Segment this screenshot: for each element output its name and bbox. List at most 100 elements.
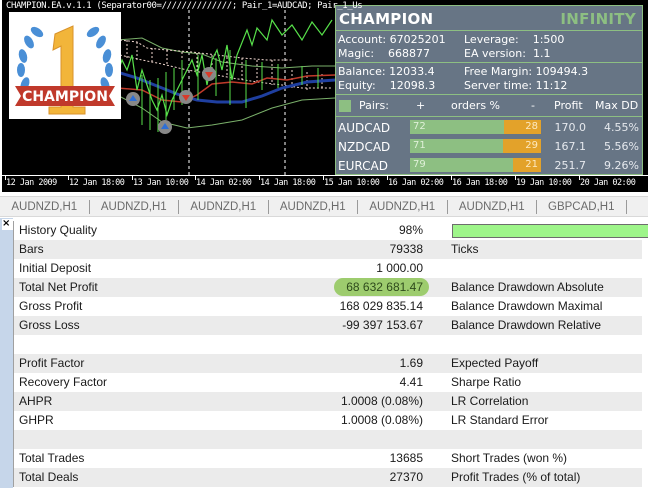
row-label-secondary — [425, 335, 642, 354]
row-value: 1.0008 (0.08%) — [340, 413, 423, 427]
free-margin-value: 109494.3 — [535, 65, 589, 78]
pair-profit: 251.7 — [554, 159, 587, 172]
report-row: History Quality 98% — [14, 221, 648, 240]
equity-value: 12098.3 — [389, 79, 436, 92]
account-label: Account: — [338, 33, 387, 46]
report-row: Gross Profit 168 029 835.14 Balance Drawdo… — [14, 297, 642, 316]
orders-plus-segment: 71 — [410, 139, 503, 153]
orders-col-label: orders % — [451, 99, 501, 112]
row-value: 13685 — [389, 451, 423, 465]
pairs-col-label: Pairs: — [359, 99, 389, 112]
chart-tabs: AUDNZD,H1 AUDNZD,H1 AUDNZD,H1 AUDNZD,H1 AUDN… — [0, 196, 648, 217]
pair-profit: 170.0 — [554, 121, 587, 134]
row-label-secondary: LR Standard Error — [451, 413, 549, 427]
plus-col-label: + — [416, 99, 426, 112]
row-label-secondary: Balance Drawdown Maximal — [451, 299, 603, 313]
equity-label: Equity: — [338, 79, 376, 92]
row-label: Total Deals — [19, 470, 79, 484]
time-label: 12 Jan 18:00 — [69, 178, 125, 188]
report-row: Total Deals 27370 Profit Trades (% of tota… — [14, 468, 642, 487]
balance-value: 12033.4 — [389, 65, 435, 78]
close-icon[interactable]: × — [2, 219, 13, 230]
time-label: 14 Jan 18:00 — [260, 178, 316, 188]
pairs-header: Pairs: + orders % - Profit Max DD — [336, 95, 642, 117]
row-value: 4.41 — [399, 375, 423, 389]
history-quality-bar — [452, 224, 648, 238]
price-chart[interactable]: CHAMPION.EA.v.1.1 (Separator00=/////////… — [0, 0, 648, 192]
free-margin-label: Free Margin: — [464, 65, 533, 78]
chart-tab[interactable]: GBPCAD,H1 — [537, 200, 627, 214]
chart-tab[interactable]: G — [627, 200, 648, 214]
pairs-list: AUDCAD 72 28 170.0 4.55% NZDCAD 71 29 167.1 5.56%… — [336, 117, 642, 174]
pair-max-dd: 4.55% — [604, 121, 639, 134]
orders-minus-segment: 28 — [504, 120, 541, 134]
time-axis: 12 Jan 2009 12 Jan 18:00 13 Jan 10:00 14 Ja… — [2, 175, 648, 192]
svg-text:CHAMPION: CHAMPION — [22, 89, 108, 105]
brand-subtitle: INFINITY — [560, 10, 636, 28]
chart-tab[interactable]: AUDNZD,H1 — [358, 200, 448, 214]
row-label: Total Net Profit — [19, 280, 98, 294]
row-value: -99 397 153.67 — [342, 318, 423, 332]
row-label: GHPR — [19, 413, 54, 427]
profit-col-label: Profit — [554, 99, 583, 112]
row-label: Gross Loss — [19, 318, 80, 332]
ea-version-label: EA version: — [464, 47, 526, 60]
pair-name: AUDCAD — [338, 121, 391, 135]
report-row: AHPR 1.0008 (0.08%) LR Correlation — [14, 392, 642, 411]
orders-ratio-bar: 79 21 — [410, 158, 541, 172]
magic-label: Magic: — [338, 47, 375, 60]
orders-ratio-bar: 71 29 — [410, 139, 541, 153]
time-label: 13 Jan 10:00 — [133, 178, 189, 188]
panel-sidebar — [0, 218, 13, 488]
pair-row: EURCAD 79 21 251.7 9.26% — [336, 155, 642, 174]
ea-info-panel: CHAMPION INFINITY Account: 67025201 Leve… — [335, 5, 643, 175]
leverage-label: Leverage: — [464, 33, 519, 46]
time-label: 15 Jan 10:00 — [324, 178, 380, 188]
time-label: 20 Jan 02:00 — [580, 178, 636, 188]
row-value: 79338 — [389, 242, 423, 256]
row-label: Gross Profit — [19, 299, 83, 313]
chart-tab[interactable]: AUDNZD,H1 — [179, 200, 269, 214]
leverage-value: 1:500 — [532, 33, 565, 46]
row-label-secondary: LR Correlation — [451, 394, 529, 408]
row-value: 1.69 — [399, 356, 423, 370]
row-label-secondary: Sharpe Ratio — [451, 375, 522, 389]
row-value: 1 000.00 — [376, 261, 423, 275]
report-row: Initial Deposit 1 000.00 — [14, 259, 642, 278]
row-label: Total Trades — [19, 451, 85, 465]
chart-tab[interactable]: AUDNZD,H1 — [0, 200, 90, 214]
report-bottom — [13, 488, 642, 501]
server-time-value: 11:12 — [535, 79, 568, 92]
orders-plus-segment: 79 — [410, 158, 514, 172]
pair-max-dd: 9.26% — [604, 159, 639, 172]
report-row: Profit Factor 1.69 Expected Payoff — [14, 354, 642, 373]
report-row: Gross Loss -99 397 153.67 Balance Drawdown… — [14, 316, 642, 335]
brand-title: CHAMPION — [339, 10, 434, 28]
report-row: Total Net Profit 68 632 681.47 Balance Dra… — [14, 278, 642, 297]
chart-tab[interactable]: AUDNZD,H1 — [448, 200, 537, 214]
row-label: AHPR — [19, 394, 53, 408]
row-label-secondary: Ticks — [451, 242, 479, 256]
chart-tab[interactable]: AUDNZD,H1 — [269, 200, 358, 214]
balance-label: Balance: — [338, 65, 386, 78]
orders-plus-segment: 72 — [410, 120, 505, 134]
row-label-secondary: Short Trades (won %) — [451, 451, 568, 465]
report-row: GHPR 1.0008 (0.08%) LR Standard Error — [14, 411, 642, 430]
time-label: 16 Jan 18:00 — [452, 178, 508, 188]
sell-marker-icon — [179, 90, 193, 104]
buy-marker-icon — [158, 120, 172, 134]
server-time-label: Server time: — [464, 79, 533, 92]
report-row — [14, 430, 642, 449]
orders-minus-segment: 29 — [503, 139, 541, 153]
report-row: Total Trades 13685 Short Trades (won %) — [14, 449, 642, 468]
report-row: Bars 79338 Ticks — [14, 240, 642, 259]
maxdd-col-label: Max DD — [595, 99, 639, 112]
chart-title: CHAMPION.EA.v.1.1 (Separator00=/////////… — [6, 1, 363, 11]
orders-minus-segment: 21 — [513, 158, 541, 172]
chart-tab[interactable]: AUDNZD,H1 — [90, 200, 179, 214]
magic-value: 668877 — [388, 47, 431, 60]
pair-row: AUDCAD 72 28 170.0 4.55% — [336, 117, 642, 136]
highlighted-value: 68 632 681.47 — [334, 278, 429, 296]
row-label: Bars — [19, 242, 44, 256]
row-label-secondary: Balance Drawdown Absolute — [451, 280, 604, 294]
